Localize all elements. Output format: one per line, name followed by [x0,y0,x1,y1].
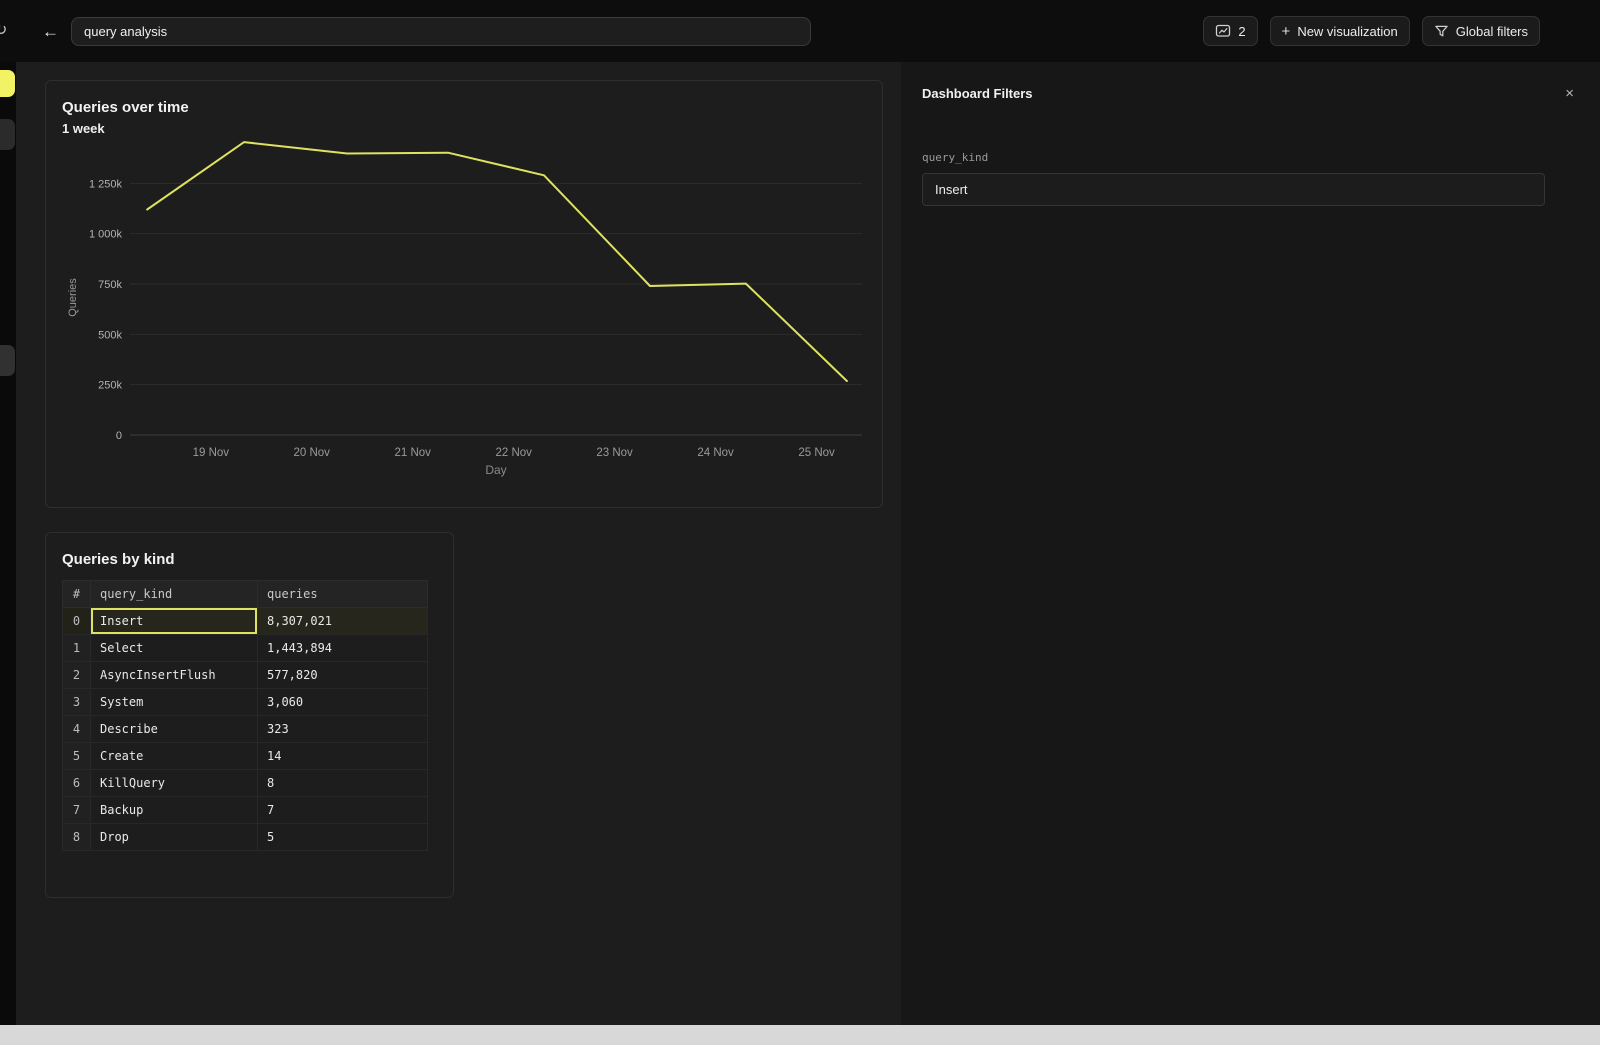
global-filters-button[interactable]: Global filters [1422,16,1540,46]
x-tick-label: 20 Nov [293,447,330,459]
y-axis-title: Queries [67,278,79,317]
queries-value-cell[interactable]: 14 [258,743,428,770]
dashboard-filters-panel: Dashboard Filters × query_kind [901,62,1600,1025]
table-row: 0Insert8,307,021 [63,608,428,635]
table-row: 2AsyncInsertFlush577,820 [63,662,428,689]
x-axis-title: Day [485,463,506,477]
row-index-cell: 2 [63,662,91,689]
table-row: 3System3,060 [63,689,428,716]
table-row: 8Drop5 [63,824,428,851]
row-index-cell: 7 [63,797,91,824]
table-row: 7Backup7 [63,797,428,824]
query-kind-cell[interactable]: Backup [91,797,258,824]
chart-panel-icon [1215,23,1231,39]
queries-value-cell[interactable]: 3,060 [258,689,428,716]
query-kind-filter-input[interactable] [922,173,1545,206]
query-kind-cell[interactable]: Select [91,635,258,662]
funnel-icon [1434,24,1449,39]
queries-value-cell[interactable]: 7 [258,797,428,824]
query-kind-cell[interactable]: Drop [91,824,258,851]
queries-table-body: 0Insert8,307,0211Select1,443,8942AsyncIn… [63,608,428,851]
filters-panel-header: Dashboard Filters × [901,62,1600,101]
dashboard-title-input[interactable] [71,17,811,46]
queries-value-cell[interactable]: 577,820 [258,662,428,689]
refresh-icon[interactable]: ↻ [0,20,7,40]
query-kind-cell[interactable]: Describe [91,716,258,743]
filter-field-label: query_kind [922,151,1545,164]
topbar-actions: 2 + New visualization Global filters [1203,16,1540,46]
row-index-cell: 1 [63,635,91,662]
nav-item-active[interactable] [0,70,15,97]
visualization-count: 2 [1238,24,1245,39]
row-index-cell: 5 [63,743,91,770]
nav-item[interactable] [0,345,15,376]
chart-title: Queries over time [62,99,866,116]
queries-over-time-chart: 0 250k 500k 750k 1 000k 1 250k 19 Nov 20 Nov 21 … [62,140,868,492]
plus-icon: + [1282,23,1291,40]
chart-subtitle: 1 week [62,121,866,136]
panel-title: Dashboard Filters [922,86,1033,101]
column-header-query-kind[interactable]: query_kind [91,581,258,608]
y-tick-label: 750k [98,279,122,291]
chart-line [147,142,847,381]
back-button[interactable]: ← [38,21,63,42]
query-kind-cell[interactable]: KillQuery [91,770,258,797]
queries-value-cell[interactable]: 8 [258,770,428,797]
queries-over-time-card: Queries over time 1 week 0 250k 500k 750k 1 … [45,80,883,508]
query-kind-cell[interactable]: Create [91,743,258,770]
x-tick-label: 25 Nov [798,447,835,459]
x-tick-label: 19 Nov [193,447,230,459]
query-kind-cell[interactable]: AsyncInsertFlush [91,662,258,689]
x-tick-label: 21 Nov [394,447,431,459]
y-tick-label: 250k [98,380,122,392]
top-bar: ↻ ← 2 + New visualization Global filters [0,0,1600,62]
queries-value-cell[interactable]: 5 [258,824,428,851]
x-tick-label: 24 Nov [697,447,734,459]
query-kind-cell[interactable]: System [91,689,258,716]
close-icon[interactable]: × [1565,86,1574,101]
queries-value-cell[interactable]: 323 [258,716,428,743]
queries-by-kind-table: #query_kindqueries 0Insert8,307,0211Sele… [62,580,428,851]
table-row: 6KillQuery8 [63,770,428,797]
y-tick-label: 0 [116,430,122,442]
y-tick-label: 1 000k [89,229,123,241]
row-index-cell: 8 [63,824,91,851]
nav-item[interactable] [0,119,15,150]
x-tick-label: 23 Nov [596,447,633,459]
table-row: 5Create14 [63,743,428,770]
queries-value-cell[interactable]: 8,307,021 [258,608,428,635]
table-row: 4Describe323 [63,716,428,743]
left-nav-rail [0,62,16,1025]
row-index-cell: 4 [63,716,91,743]
queries-by-kind-card: Queries by kind #query_kindqueries 0Inse… [45,532,454,898]
row-index-cell: 3 [63,689,91,716]
row-index-cell: 0 [63,608,91,635]
column-header-queries[interactable]: queries [258,581,428,608]
new-visualization-label: New visualization [1297,24,1397,39]
table-title: Queries by kind [62,551,437,568]
queries-value-cell[interactable]: 1,443,894 [258,635,428,662]
visualization-count-button[interactable]: 2 [1203,16,1257,46]
new-visualization-button[interactable]: + New visualization [1270,16,1410,46]
table-row: 1Select1,443,894 [63,635,428,662]
row-index-cell: 6 [63,770,91,797]
y-tick-label: 1 250k [89,178,123,190]
x-tick-label: 22 Nov [495,447,532,459]
filter-field: query_kind [922,151,1545,206]
window-bottom-edge [0,1025,1600,1045]
column-header--[interactable]: # [63,581,91,608]
y-tick-label: 500k [98,329,122,341]
queries-table-head-row: #query_kindqueries [63,581,428,608]
query-kind-cell[interactable]: Insert [91,608,258,635]
global-filters-label: Global filters [1456,24,1528,39]
dashboard-canvas: Queries over time 1 week 0 250k 500k 750k 1 … [16,62,901,1025]
